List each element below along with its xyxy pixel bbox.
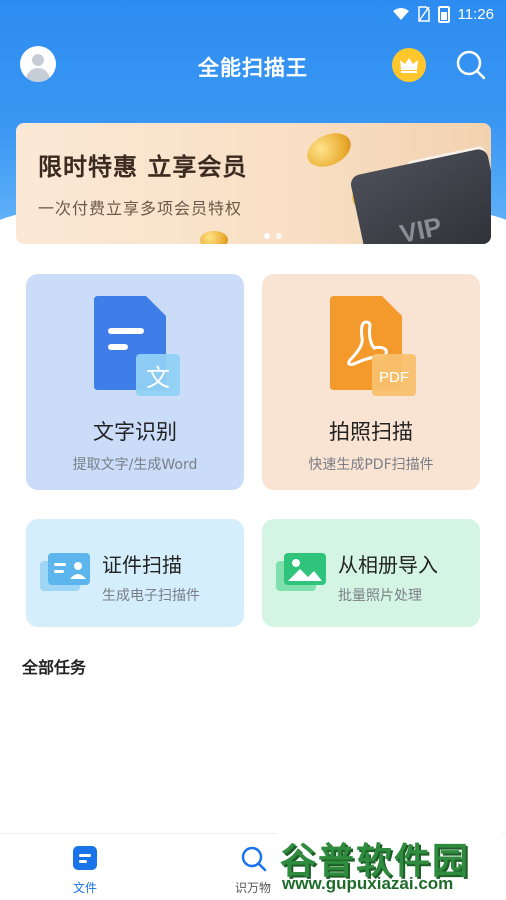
document-text-icon: 文 — [94, 296, 180, 396]
status-bar: 11:26 — [0, 0, 506, 28]
feature-desc: 批量照片处理 — [338, 588, 422, 604]
photo-scan-card[interactable]: PDF 拍照扫描 快速生成PDF扫描件 — [262, 274, 480, 490]
all-tasks-title: 全部任务 — [22, 658, 87, 677]
banner-title: 限时特惠 立享会员 — [38, 153, 248, 181]
feature-label: 文字识别 — [93, 420, 177, 444]
page-title: 全能扫描王 — [198, 56, 308, 80]
vip-card-text: VIP — [397, 210, 445, 244]
photo-album-icon — [276, 553, 326, 591]
tab-label: 文件 — [72, 881, 97, 895]
watermark-url: www.gupuxiazai.com — [282, 874, 454, 893]
pdf-file-icon: PDF — [330, 296, 416, 396]
id-card-icon — [40, 553, 90, 591]
scan-search-icon — [241, 846, 267, 872]
feature-label: 从相册导入 — [338, 553, 438, 577]
search-button[interactable] — [454, 48, 488, 82]
battery-icon — [437, 5, 450, 23]
feature-label: 拍照扫描 — [329, 420, 413, 444]
watermark: 谷普软件园 www.gupuxiazai.com — [278, 830, 502, 896]
feature-label: 证件扫描 — [102, 553, 182, 577]
pager-dot — [276, 233, 282, 239]
app-bar: 全能扫描王 — [0, 40, 506, 92]
vip-card-icon: VIP — [349, 147, 491, 244]
album-import-card[interactable]: 从相册导入 批量照片处理 — [262, 519, 480, 627]
ocr-icon-glyph: 文 — [146, 364, 170, 392]
feature-desc: 快速生成PDF扫描件 — [308, 457, 434, 473]
text-recognition-card[interactable]: 文 文字识别 提取文字/生成Word — [26, 274, 244, 490]
feature-desc: 生成电子扫描件 — [102, 588, 200, 604]
promo-banner[interactable]: 限时特惠 立享会员 一次付费立享多项会员特权 VIP — [16, 123, 491, 244]
pager-dot — [264, 233, 270, 239]
file-icon — [73, 846, 97, 870]
tab-files[interactable]: 文件 — [45, 844, 125, 896]
search-icon — [456, 50, 486, 80]
feature-desc: 提取文字/生成Word — [72, 457, 198, 473]
sim-icon — [417, 6, 430, 22]
vip-crown-button[interactable] — [392, 48, 426, 82]
crown-icon — [400, 58, 418, 73]
coin-icon — [200, 231, 228, 244]
pdf-icon-glyph: PDF — [379, 369, 409, 386]
banner-pager — [264, 233, 282, 239]
status-time: 11:26 — [457, 5, 494, 23]
wifi-icon — [392, 8, 409, 20]
coin-icon — [301, 126, 357, 174]
id-scan-card[interactable]: 证件扫描 生成电子扫描件 — [26, 519, 244, 627]
banner-subtitle: 一次付费立享多项会员特权 — [38, 199, 243, 218]
